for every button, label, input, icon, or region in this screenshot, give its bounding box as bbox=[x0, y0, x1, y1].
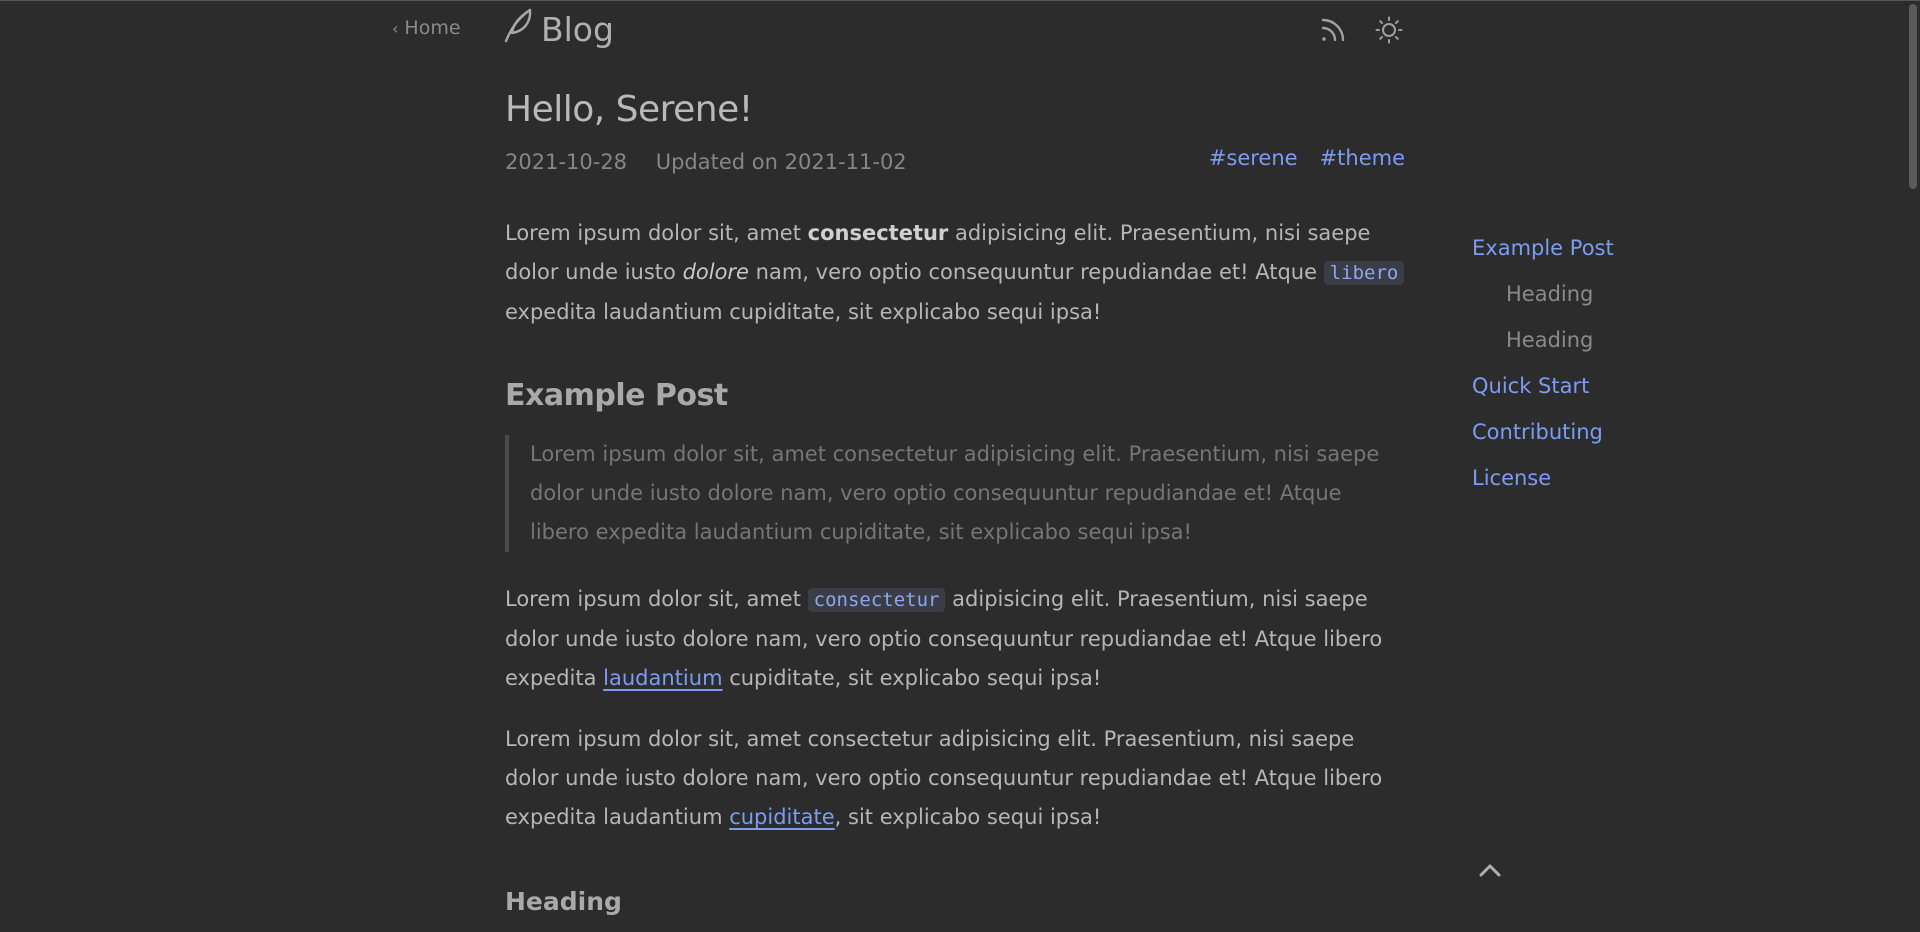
table-of-contents: Example Post Heading Heading Quick Start… bbox=[1472, 234, 1614, 510]
italic-text: dolore bbox=[682, 260, 749, 284]
blog-title: Blog bbox=[541, 9, 614, 49]
tag-list: #serene #theme bbox=[1209, 146, 1405, 170]
paragraph: Lorem ipsum dolor sit, amet consectetur … bbox=[505, 727, 1383, 829]
tag-link[interactable]: #theme bbox=[1320, 146, 1405, 170]
page: ‹ Home Blog Hello, Serene! 2021-10-28 Up… bbox=[0, 0, 1920, 932]
header-actions bbox=[1318, 15, 1404, 45]
inline-link[interactable]: laudantium bbox=[603, 666, 722, 690]
post-title: Hello, Serene! bbox=[505, 89, 753, 130]
sun-icon[interactable] bbox=[1374, 15, 1404, 45]
toc-item-example-post[interactable]: Example Post bbox=[1472, 234, 1614, 262]
post-updated: Updated on 2021-11-02 bbox=[655, 150, 907, 174]
chevron-left-icon: ‹ bbox=[392, 18, 399, 38]
rss-icon[interactable] bbox=[1318, 15, 1348, 45]
paragraph: Lorem ipsum dolor sit, amet consectetur … bbox=[505, 587, 1383, 690]
toc-item-heading[interactable]: Heading bbox=[1472, 326, 1614, 354]
tag-link[interactable]: #serene bbox=[1209, 146, 1298, 170]
blog-title-link[interactable]: Blog bbox=[503, 7, 614, 51]
chevron-up-icon bbox=[1479, 864, 1501, 877]
inline-link[interactable]: cupiditate bbox=[729, 805, 834, 829]
scrollbar-thumb[interactable] bbox=[1909, 4, 1917, 189]
toc-item-heading[interactable]: Heading bbox=[1472, 280, 1614, 308]
subsection-heading: Heading bbox=[505, 887, 622, 916]
home-label: Home bbox=[404, 17, 461, 39]
article: Hello, Serene! 2021-10-28 Updated on 202… bbox=[505, 89, 1405, 916]
toc-item-contributing[interactable]: Contributing bbox=[1472, 418, 1614, 446]
section-heading: Example Post bbox=[505, 378, 728, 413]
home-link[interactable]: ‹ Home bbox=[392, 17, 461, 39]
toc-item-license[interactable]: License bbox=[1472, 464, 1614, 492]
bold-text: consectetur bbox=[807, 221, 949, 245]
post-meta: 2021-10-28 Updated on 2021-11-02 #serene… bbox=[505, 146, 1405, 180]
blockquote: Lorem ipsum dolor sit, amet consectetur … bbox=[505, 435, 1405, 552]
feather-icon bbox=[503, 7, 533, 51]
inline-code: libero bbox=[1323, 261, 1405, 285]
back-to-top-button[interactable] bbox=[1474, 858, 1506, 882]
toc-item-quick-start[interactable]: Quick Start bbox=[1472, 372, 1614, 400]
inline-code: consectetur bbox=[807, 588, 946, 612]
post-date: 2021-10-28 bbox=[505, 150, 628, 174]
paragraph: Lorem ipsum dolor sit, amet consectetur … bbox=[505, 214, 1405, 332]
scrollbar[interactable] bbox=[1906, 1, 1920, 932]
